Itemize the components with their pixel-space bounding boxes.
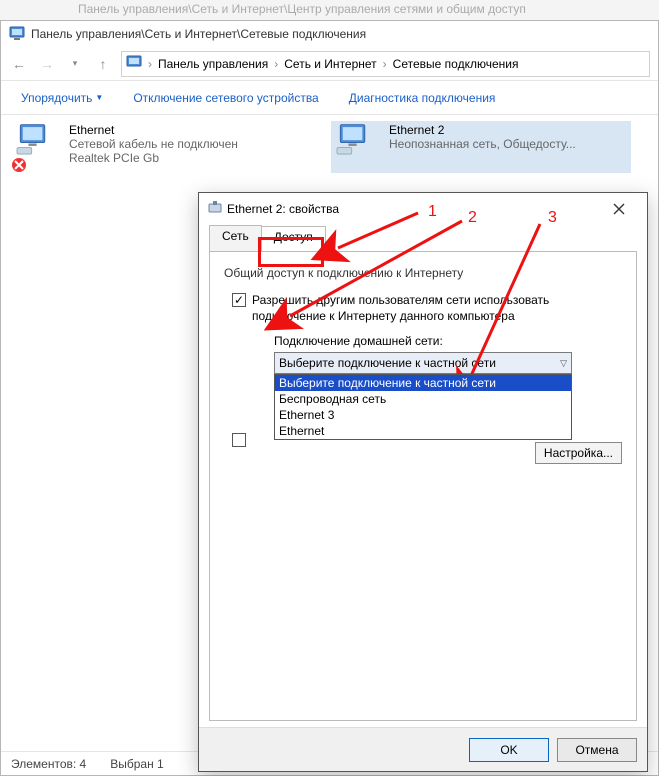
combo-value: Выберите подключение к частной сети xyxy=(279,356,496,370)
ok-button[interactable]: OK xyxy=(469,738,549,762)
adapter-device: Realtek PCIe Gb xyxy=(69,151,238,165)
command-bar: Упорядочить ▼ Отключение сетевого устрой… xyxy=(1,81,658,115)
disable-label: Отключение сетевого устройства xyxy=(133,91,318,105)
history-dropdown[interactable]: ▾ xyxy=(61,50,89,78)
window-title: Панель управления\Сеть и Интернет\Сетевы… xyxy=(31,27,366,41)
close-button[interactable] xyxy=(599,195,639,223)
diagnose-cmd[interactable]: Диагностика подключения xyxy=(349,91,496,105)
tab-network[interactable]: Сеть xyxy=(209,225,262,251)
home-network-combobox[interactable]: Выберите подключение к частной сети ▽ xyxy=(274,352,572,374)
diagnose-label: Диагностика подключения xyxy=(349,91,496,105)
address-bar[interactable]: › Панель управления › Сеть и Интернет › … xyxy=(121,51,650,77)
back-button[interactable]: ← xyxy=(5,50,33,78)
adapter-status: Сетевой кабель не подключен xyxy=(69,137,238,151)
dialog-title: Ethernet 2: свойства xyxy=(223,202,599,216)
status-selected: Выбран 1 xyxy=(110,757,163,771)
combo-option[interactable]: Ethernet 3 xyxy=(275,407,571,423)
ethernet-icon xyxy=(207,200,223,219)
titlebar: Панель управления\Сеть и Интернет\Сетевы… xyxy=(1,21,658,47)
tab-label: Сеть xyxy=(222,229,249,243)
ethernet-icon xyxy=(333,123,383,171)
tab-strip: Сеть Доступ xyxy=(209,225,637,251)
combo-option[interactable]: Выберите подключение к частной сети xyxy=(275,375,571,391)
tab-label: Доступ xyxy=(274,230,313,244)
status-elements: Элементов: 4 xyxy=(11,757,86,771)
forward-button[interactable]: → xyxy=(33,50,61,78)
dialog-titlebar: Ethernet 2: свойства xyxy=(199,193,647,225)
combo-option[interactable]: Беспроводная сеть xyxy=(275,391,571,407)
address-row: ← → ▾ ↑ › Панель управления › Сеть и Инт… xyxy=(1,47,658,81)
tab-access-pane: Общий доступ к подключению к Интернету ✓… xyxy=(209,251,637,721)
breadcrumb[interactable]: Панель управления xyxy=(158,57,268,71)
dialog-button-row: OK Отмена xyxy=(199,727,647,771)
disable-device-cmd[interactable]: Отключение сетевого устройства xyxy=(133,91,318,105)
organize-menu[interactable]: Упорядочить ▼ xyxy=(21,91,103,105)
home-network-label: Подключение домашней сети: xyxy=(274,334,622,348)
allow-control-checkbox[interactable] xyxy=(232,433,246,447)
group-label: Общий доступ к подключению к Интернету xyxy=(224,266,622,280)
chevron-right-icon[interactable]: › xyxy=(148,57,152,71)
organize-label: Упорядочить xyxy=(21,91,92,105)
adapter-status: Неопознанная сеть, Общедосту... xyxy=(389,137,576,151)
allow-sharing-checkbox[interactable]: ✓ xyxy=(232,293,246,307)
up-button[interactable]: ↑ xyxy=(89,50,117,78)
ethernet-icon xyxy=(13,123,63,171)
adapter-item[interactable]: Ethernet 2 Неопознанная сеть, Общедосту.… xyxy=(331,121,631,173)
tab-access[interactable]: Доступ xyxy=(261,226,326,252)
allow-sharing-label: Разрешить другим пользователям сети испо… xyxy=(252,292,614,324)
ok-label: OK xyxy=(500,743,517,757)
network-connections-icon xyxy=(126,54,142,73)
properties-dialog: Ethernet 2: свойства Сеть Доступ Общий д… xyxy=(198,192,648,772)
network-connections-icon xyxy=(9,25,25,44)
cancel-button[interactable]: Отмена xyxy=(557,738,637,762)
breadcrumb[interactable]: Сетевые подключения xyxy=(393,57,519,71)
combobox-dropdown: Выберите подключение к частной сети Бесп… xyxy=(274,374,572,440)
settings-label: Настройка... xyxy=(544,446,613,460)
cancel-label: Отмена xyxy=(575,743,618,757)
adapter-name: Ethernet 2 xyxy=(389,123,576,137)
chevron-right-icon[interactable]: › xyxy=(383,57,387,71)
combo-option[interactable]: Ethernet xyxy=(275,423,571,439)
background-window-title: Панель управления\Сеть и Интернет\Центр … xyxy=(0,0,659,20)
chevron-down-icon: ▽ xyxy=(560,358,567,369)
breadcrumb[interactable]: Сеть и Интернет xyxy=(284,57,376,71)
chevron-right-icon[interactable]: › xyxy=(274,57,278,71)
adapter-item[interactable]: Ethernet Сетевой кабель не подключен Rea… xyxy=(11,121,311,173)
chevron-down-icon: ▼ xyxy=(95,93,103,102)
bg-title-text: Панель управления\Сеть и Интернет\Центр … xyxy=(78,2,526,16)
settings-button[interactable]: Настройка... xyxy=(535,442,622,464)
adapter-name: Ethernet xyxy=(69,123,238,137)
